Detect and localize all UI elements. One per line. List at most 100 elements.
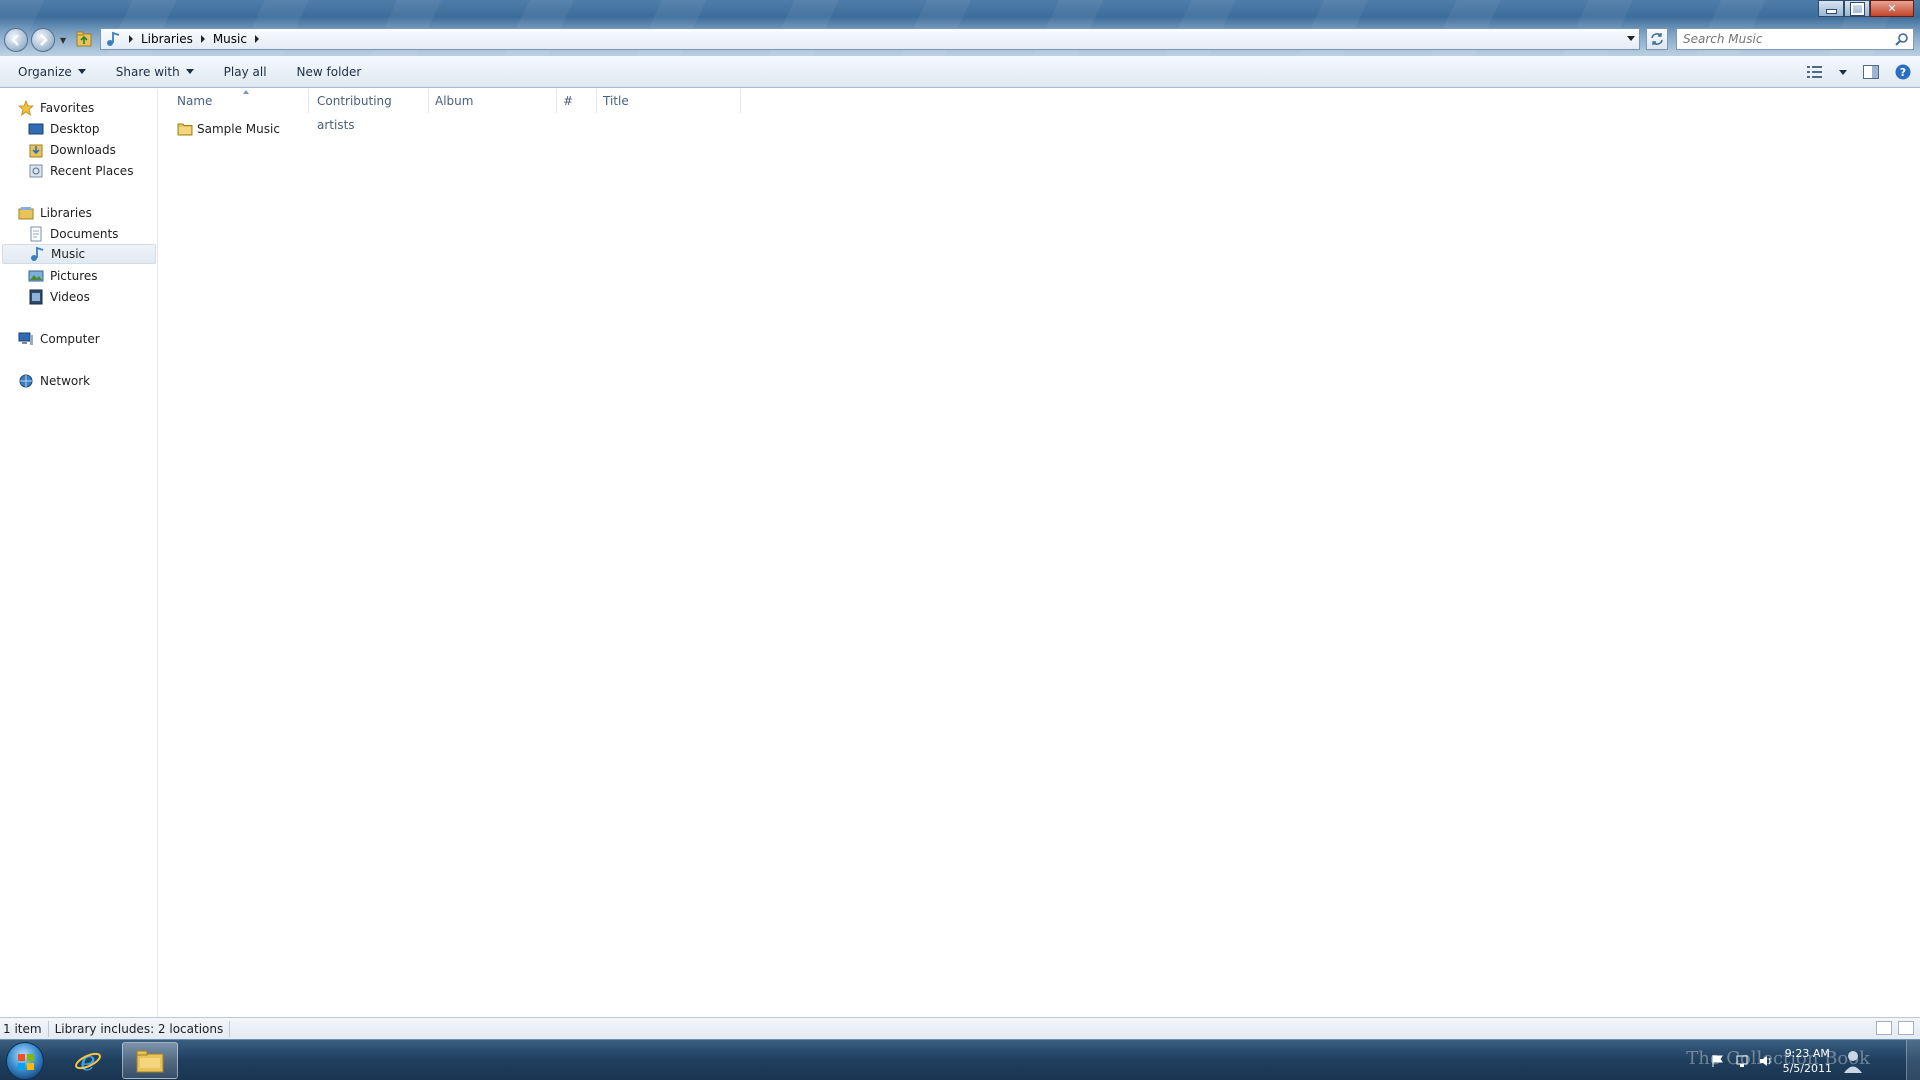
organize-menu[interactable]: Organize <box>0 56 98 87</box>
details-view-icon <box>1807 66 1822 78</box>
column-header-contributing-artists[interactable]: Contributing artists <box>309 89 429 132</box>
music-note-icon <box>31 246 44 261</box>
nav-recent-places-label: Recent Places <box>50 164 134 178</box>
nav-favorites-label: Favorites <box>40 101 95 115</box>
view-options-dropdown[interactable] <box>1838 64 1848 80</box>
column-header-album-label: Album <box>435 94 474 108</box>
back-arrow-icon <box>11 34 19 46</box>
taskbar: e The Collection Book 9:23 AM 5/5/2011 <box>0 1039 1920 1080</box>
minimize-button[interactable] <box>1818 0 1844 17</box>
search-box[interactable] <box>1676 28 1914 50</box>
svg-text:e: e <box>80 1047 95 1075</box>
command-bar: Organize Share with Play all New folder … <box>0 56 1920 88</box>
star-icon <box>18 100 34 116</box>
start-button[interactable] <box>6 1042 44 1080</box>
windows-logo-icon <box>18 1054 34 1070</box>
nav-desktop-label: Desktop <box>50 122 100 136</box>
nav-network[interactable]: Network <box>18 371 90 391</box>
navigation-pane: Favorites Desktop Downloads Recent Place… <box>0 89 158 1017</box>
windows-explorer-button[interactable] <box>122 1042 178 1079</box>
clock[interactable]: 9:23 AM 5/5/2011 <box>1783 1046 1832 1076</box>
column-header-track-number[interactable]: # <box>557 89 597 113</box>
play-all-button[interactable]: Play all <box>206 56 279 87</box>
user-avatar-icon[interactable] <box>1842 1048 1864 1074</box>
chevron-down-icon <box>1839 69 1847 75</box>
search-icon[interactable] <box>1895 32 1909 46</box>
recent-pages-dropdown[interactable]: ▼ <box>60 36 66 45</box>
sort-ascending-icon <box>243 90 249 94</box>
recent-places-icon <box>29 164 43 178</box>
nav-music[interactable]: Music <box>2 244 156 264</box>
window-controls: ✕ <box>1818 0 1914 17</box>
forward-button[interactable] <box>31 28 55 52</box>
folder-icon <box>177 123 193 136</box>
forward-arrow-icon <box>40 34 48 46</box>
library-locations[interactable]: Library includes: 2 locations <box>49 1020 231 1037</box>
breadcrumb-music[interactable]: Music <box>213 32 247 46</box>
nav-pictures[interactable]: Pictures <box>28 266 98 286</box>
close-button[interactable]: ✕ <box>1870 0 1914 17</box>
show-desktop-button[interactable] <box>1906 1040 1920 1080</box>
list-item[interactable]: Sample Music <box>177 119 280 139</box>
clock-date: 5/5/2011 <box>1782 1061 1832 1075</box>
share-with-menu[interactable]: Share with <box>98 56 206 87</box>
clock-time: 9:23 AM <box>1784 1046 1830 1060</box>
column-header-name-label: Name <box>177 94 213 108</box>
explorer-folder-icon <box>136 1050 164 1072</box>
chevron-down-icon <box>77 69 86 74</box>
internet-explorer-icon: e <box>75 1047 101 1075</box>
nav-favorites[interactable]: Favorites <box>18 98 94 118</box>
nav-documents[interactable]: Documents <box>28 224 118 244</box>
videos-icon <box>29 289 43 305</box>
breadcrumb-separator-icon <box>200 35 205 43</box>
nav-downloads[interactable]: Downloads <box>28 140 116 160</box>
downloads-folder-icon <box>29 144 43 158</box>
network-tray-icon[interactable] <box>1735 1054 1749 1068</box>
folder-up-icon[interactable] <box>76 30 92 48</box>
column-header-name[interactable]: Name <box>159 89 309 113</box>
address-dropdown-icon[interactable] <box>1627 36 1635 41</box>
status-view-buttons <box>1876 1021 1914 1035</box>
network-icon <box>19 374 33 388</box>
column-header-contributing-artists-label: Contributing artists <box>317 94 392 132</box>
toolbar-right-group: ? <box>1806 56 1912 88</box>
file-list: Name Contributing artists Album # Title … <box>159 89 1920 1017</box>
change-view-button[interactable] <box>1806 64 1824 80</box>
breadcrumb-libraries[interactable]: Libraries <box>141 32 193 46</box>
notification-area: 9:23 AM 5/5/2011 <box>1711 1040 1864 1080</box>
nav-pictures-label: Pictures <box>50 269 98 283</box>
refresh-button[interactable] <box>1646 28 1668 50</box>
maximize-button[interactable] <box>1844 0 1870 17</box>
nav-videos[interactable]: Videos <box>28 287 90 307</box>
internet-explorer-button[interactable]: e <box>60 1042 116 1079</box>
preview-pane-icon <box>1863 65 1879 79</box>
breadcrumb-separator-icon <box>129 35 133 43</box>
nav-desktop[interactable]: Desktop <box>28 119 100 139</box>
nav-network-label: Network <box>40 374 91 388</box>
organize-label: Organize <box>18 64 72 79</box>
music-library-icon <box>107 31 120 46</box>
flag-icon[interactable] <box>1711 1054 1725 1068</box>
nav-recent-places[interactable]: Recent Places <box>28 161 133 181</box>
address-bar[interactable]: Libraries Music <box>100 28 1640 50</box>
column-header-track-number-label: # <box>563 94 574 108</box>
nav-downloads-label: Downloads <box>50 143 116 157</box>
preview-pane-button[interactable] <box>1862 64 1880 80</box>
nav-computer[interactable]: Computer <box>18 329 100 349</box>
new-folder-button[interactable]: New folder <box>279 56 374 87</box>
share-with-label: Share with <box>115 64 180 79</box>
svg-text:?: ? <box>1900 66 1906 79</box>
help-button[interactable]: ? <box>1894 64 1912 80</box>
computer-icon <box>18 332 33 345</box>
volume-icon[interactable] <box>1759 1054 1773 1068</box>
column-header-album[interactable]: Album <box>429 89 557 113</box>
nav-documents-label: Documents <box>50 227 119 241</box>
nav-libraries[interactable]: Libraries <box>18 203 92 223</box>
search-input[interactable] <box>1677 29 1877 49</box>
back-button[interactable] <box>4 28 28 52</box>
nav-videos-label: Videos <box>50 290 90 304</box>
large-icons-view-button[interactable] <box>1898 1021 1914 1035</box>
column-header-title[interactable]: Title <box>597 89 741 113</box>
details-view-button[interactable] <box>1876 1021 1892 1035</box>
new-folder-label: New folder <box>296 64 362 79</box>
